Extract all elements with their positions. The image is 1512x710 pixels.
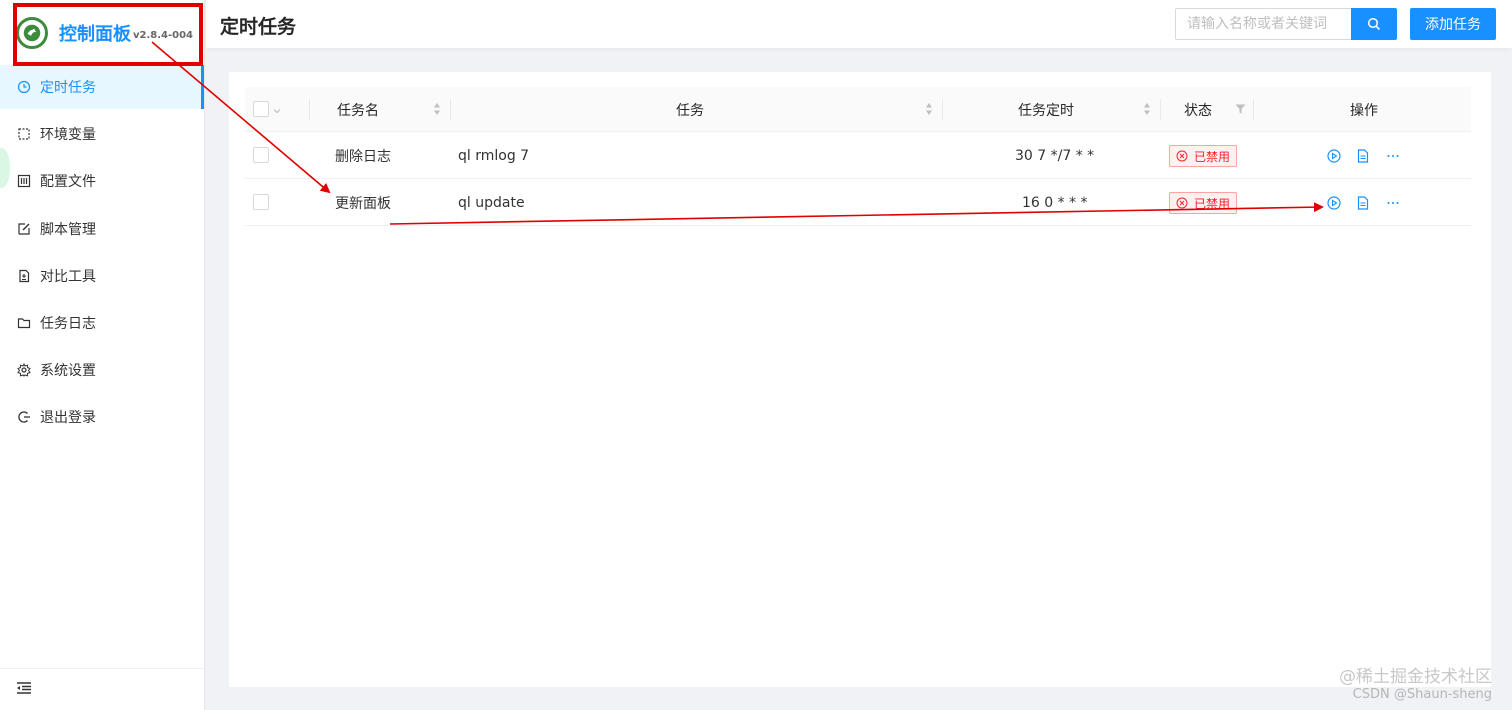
app-version: v2.8.4-004: [133, 30, 194, 41]
column-command[interactable]: 任务: [676, 87, 704, 132]
column-name[interactable]: 任务名: [337, 87, 379, 132]
sidebar-item-label: 退出登录: [40, 410, 96, 427]
sidebar-item-label: 任务日志: [40, 315, 96, 332]
page-title: 定时任务: [220, 16, 297, 38]
task-name: 删除日志: [335, 148, 391, 165]
app-name: 控制面板: [59, 23, 131, 45]
column-schedule[interactable]: 任务定时: [1018, 87, 1074, 132]
table-row: 删除日志 ql rmlog 7 30 7 */7 * * 已禁用: [245, 132, 1471, 179]
ellipsis-icon: [1387, 155, 1399, 157]
content-card: 任务名 任务 任务定时 状态 操作 删除日志 ql rmlog 7 30 7 *…: [229, 72, 1491, 687]
sidebar-menu: 定时任务 环境变量 配置文件 脚本管理 对比工具 任务日志 系统设置 退出登录: [0, 65, 204, 439]
column-actions: 操作: [1350, 102, 1378, 119]
search-button[interactable]: [1351, 8, 1397, 40]
more-button[interactable]: [1385, 195, 1401, 211]
watermark: @稀土掘金技术社区 CSDN @Shaun-sheng: [1339, 662, 1492, 702]
file-text-icon: [1357, 196, 1369, 210]
sidebar-item-scripts[interactable]: 脚本管理: [0, 207, 204, 251]
watermark-line1: @稀土掘金技术社区: [1339, 667, 1492, 687]
sidebar-item-label: 系统设置: [40, 363, 96, 380]
file-text-icon: [1357, 149, 1369, 163]
filter-icon: [1235, 104, 1246, 114]
row-checkbox[interactable]: [253, 194, 269, 210]
header: 定时任务 添加任务: [206, 0, 1512, 48]
sidebar-item-env[interactable]: 环境变量: [0, 112, 204, 156]
row-checkbox[interactable]: [253, 147, 269, 163]
run-button[interactable]: [1326, 195, 1342, 211]
sidebar-item-label: 对比工具: [40, 268, 96, 285]
ellipsis-icon: [1387, 202, 1399, 204]
sort-icon: [926, 103, 932, 115]
folder-icon: [17, 316, 31, 330]
diff-icon: [17, 269, 31, 283]
sidebar-item-settings[interactable]: 系统设置: [0, 348, 204, 392]
config-icon: [17, 174, 31, 188]
play-circle-icon: [1327, 196, 1341, 210]
sort-icon: [1144, 103, 1150, 115]
task-command: ql update: [458, 194, 525, 211]
column-status[interactable]: 状态: [1184, 87, 1212, 132]
clock-icon: [17, 80, 31, 94]
sidebar-item-diff[interactable]: 对比工具: [0, 254, 204, 298]
sidebar-item-config[interactable]: 配置文件: [0, 159, 204, 203]
add-task-button[interactable]: 添加任务: [1410, 8, 1496, 40]
sidebar-item-label: 定时任务: [40, 80, 96, 96]
status-badge: 已禁用: [1169, 192, 1238, 214]
sidebar: 控制面板 v2.8.4-004 定时任务 环境变量 配置文件 脚本管理 对比工具…: [0, 0, 205, 710]
sidebar-item-cron[interactable]: 定时任务: [0, 65, 204, 109]
close-circle-icon: [1176, 150, 1188, 162]
select-all-checkbox[interactable]: [253, 101, 269, 117]
edit-icon: [17, 222, 31, 236]
play-circle-icon: [1327, 149, 1341, 163]
logo-icon: [16, 16, 48, 49]
watermark-line2: CSDN @Shaun-sheng: [1352, 687, 1492, 702]
task-schedule: 16 0 * * *: [1022, 194, 1088, 211]
search-icon: [1367, 17, 1381, 31]
task-schedule: 30 7 */7 * *: [1015, 147, 1095, 164]
sidebar-item-label: 环境变量: [40, 127, 96, 144]
close-circle-icon: [1176, 197, 1188, 209]
sidebar-item-logout[interactable]: 退出登录: [0, 395, 204, 439]
more-button[interactable]: [1385, 148, 1401, 164]
menu-fold-icon: [16, 680, 32, 699]
status-badge: 已禁用: [1169, 145, 1238, 167]
gear-icon: [17, 363, 31, 377]
task-command: ql rmlog 7: [458, 147, 530, 164]
chevron-down-icon[interactable]: [272, 101, 282, 120]
search-input[interactable]: [1175, 8, 1352, 40]
logout-icon: [17, 410, 31, 424]
collapse-sidebar-button[interactable]: [0, 668, 204, 710]
log-button[interactable]: [1355, 148, 1371, 164]
task-table: 任务名 任务 任务定时 状态 操作 删除日志 ql rmlog 7 30 7 *…: [245, 87, 1471, 226]
table-row: 更新面板 ql update 16 0 * * * 已禁用: [245, 179, 1471, 226]
variable-icon: [17, 127, 31, 141]
log-button[interactable]: [1355, 195, 1371, 211]
sidebar-item-label: 配置文件: [40, 174, 96, 191]
task-name: 更新面板: [335, 195, 391, 212]
sort-icon: [434, 103, 440, 115]
table-header: 任务名 任务 任务定时 状态 操作: [245, 87, 1471, 132]
sidebar-item-label: 脚本管理: [40, 221, 96, 238]
run-button[interactable]: [1326, 148, 1342, 164]
sidebar-item-logs[interactable]: 任务日志: [0, 301, 204, 345]
logo-area[interactable]: 控制面板 v2.8.4-004: [0, 0, 204, 65]
